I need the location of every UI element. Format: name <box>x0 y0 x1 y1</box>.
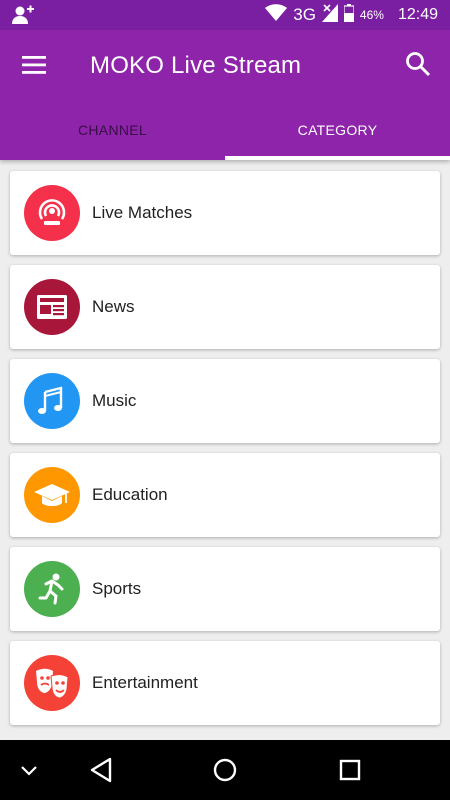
graduation-cap-icon <box>24 467 80 523</box>
status-bar: 3G 46% 12:49 <box>0 0 450 30</box>
battery-icon <box>343 3 355 27</box>
category-label: News <box>92 297 135 316</box>
category-item-sports[interactable]: Sports <box>10 547 440 631</box>
network-type: 3G <box>293 5 316 24</box>
category-item-education[interactable]: Education <box>10 453 440 537</box>
newspaper-icon <box>24 279 80 335</box>
battery-percent: 46% <box>359 8 384 22</box>
menu-icon[interactable] <box>22 54 48 76</box>
clock: 12:49 <box>397 6 438 23</box>
recents-icon[interactable] <box>335 755 365 785</box>
category-label: Entertainment <box>92 673 198 692</box>
app-bar: MOKO Live Stream CHANNEL CATEGORY <box>0 30 450 160</box>
tab-indicator <box>225 156 450 160</box>
category-item-music[interactable]: Music <box>10 359 440 443</box>
back-icon[interactable] <box>87 755 117 785</box>
tab-channel[interactable]: CHANNEL <box>0 100 225 160</box>
running-person-icon <box>24 561 80 617</box>
category-item-news[interactable]: News <box>10 265 440 349</box>
theater-masks-icon <box>24 655 80 711</box>
signal-icon <box>321 3 338 27</box>
search-icon[interactable] <box>404 50 432 78</box>
add-contact-icon <box>12 5 34 30</box>
home-icon[interactable] <box>210 755 240 785</box>
category-label: Music <box>92 391 137 410</box>
category-item-entertainment[interactable]: Entertainment <box>10 641 440 725</box>
category-item-live-matches[interactable]: Live Matches <box>10 171 440 255</box>
wifi-icon <box>265 3 288 27</box>
category-list: Live Matches News Music Education Sports… <box>0 160 450 740</box>
system-nav-bar <box>0 740 450 800</box>
music-notes-icon <box>24 373 80 429</box>
chevron-down-icon[interactable] <box>14 755 44 785</box>
live-broadcast-icon <box>24 185 80 241</box>
tab-bar: CHANNEL CATEGORY <box>0 100 450 160</box>
category-label: Sports <box>92 579 142 598</box>
category-label: Live Matches <box>92 203 193 222</box>
tab-category[interactable]: CATEGORY <box>225 100 450 160</box>
app-title: MOKO Live Stream <box>90 52 302 79</box>
category-label: Education <box>92 485 168 504</box>
